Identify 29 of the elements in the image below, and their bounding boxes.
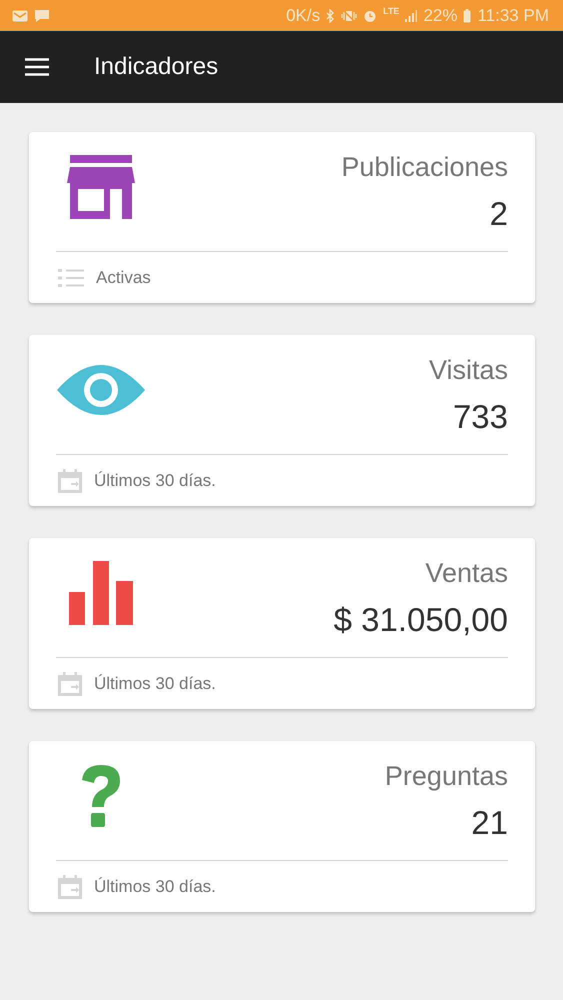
list-icon [58, 268, 84, 288]
signal-icon [405, 10, 418, 22]
bluetooth-icon [326, 8, 336, 22]
card-title: Preguntas [384, 761, 508, 792]
card-footer-text: Últimos 30 días. [94, 470, 216, 490]
battery-percent: 22% [423, 6, 458, 26]
vibrate-icon [341, 8, 358, 22]
network-speed: 0K/s [286, 6, 320, 26]
calendar-icon [58, 874, 82, 898]
card-title: Ventas [425, 558, 508, 589]
card-footer-text: Últimos 30 días. [94, 876, 216, 896]
chat-icon [34, 8, 50, 22]
card-title: Publicaciones [341, 152, 508, 183]
mail-icon [12, 10, 28, 22]
card-value: 21 [471, 804, 508, 842]
card-value: $ 31.050,00 [334, 601, 508, 639]
calendar-icon [58, 672, 82, 696]
screen-title: Indicadores [94, 53, 218, 81]
alarm-icon [363, 8, 378, 22]
battery-icon [463, 8, 472, 22]
card-footer-text: Activas [96, 268, 151, 288]
network-type: LTE [383, 6, 400, 16]
card-value: 733 [452, 398, 508, 436]
menu-icon [25, 58, 49, 76]
clock-time: 11:33 PM [477, 6, 549, 26]
card-value: 2 [490, 195, 508, 233]
card-title: Visitas [428, 355, 508, 386]
calendar-icon [58, 468, 82, 492]
card-footer-text: Últimos 30 días. [94, 674, 216, 694]
